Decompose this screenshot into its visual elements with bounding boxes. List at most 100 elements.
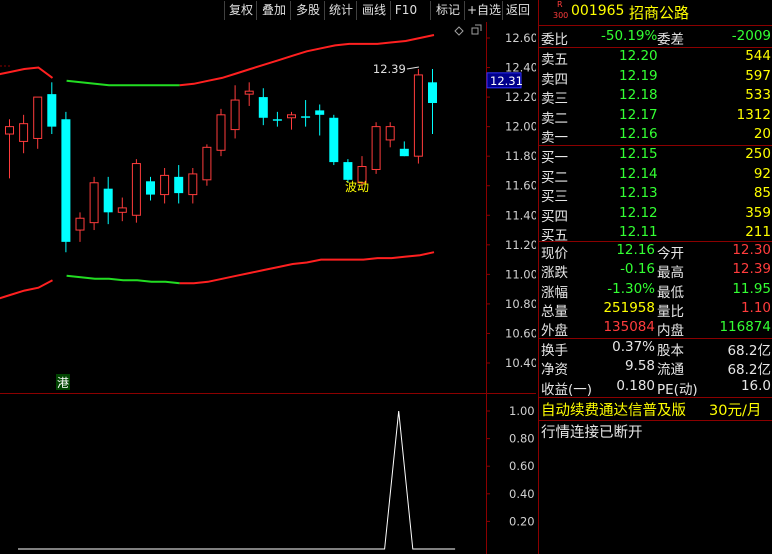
price-tick-label: 12.60	[505, 31, 536, 45]
stat-label: 净资	[541, 362, 568, 379]
stat-label: 现价	[541, 246, 568, 262]
stat-label: 股本	[657, 343, 684, 359]
candle-body	[47, 94, 57, 127]
stat-label: 总量	[541, 303, 568, 320]
add-favorite-button[interactable]: +自选	[464, 1, 503, 20]
candle-body	[131, 163, 141, 216]
bid-row[interactable]: 买一 12.15 250	[539, 146, 772, 166]
candle-body	[428, 82, 437, 103]
ask-volume: 1312	[736, 106, 771, 123]
bid-volume: 359	[745, 204, 771, 221]
upper-band-red-left	[0, 66, 54, 79]
ask-row[interactable]: 卖一 12.16 20	[539, 126, 772, 146]
bid-row[interactable]: 买三 12.13 85	[539, 185, 772, 205]
fundamental-row: 换手 0.37% 股本 68.2亿	[539, 339, 772, 359]
stat-label: 最低	[657, 284, 684, 301]
mark-button[interactable]: 标记	[430, 1, 465, 20]
promo-price[interactable]: 30元/月	[709, 399, 761, 420]
candle-body	[33, 96, 43, 139]
sub-tick-label: 0.20	[509, 514, 535, 528]
stat-label: 换手	[541, 343, 568, 359]
stat-value: -0.16	[620, 261, 655, 278]
sub-tick-label: 0.60	[509, 459, 535, 473]
stat-label: 收益(一)	[541, 381, 593, 398]
candle-body	[244, 90, 254, 95]
candle-body	[202, 146, 212, 181]
bid-volume: 92	[753, 165, 771, 182]
ask-label: 卖五	[541, 52, 568, 68]
sub-tick-label: 0.80	[509, 432, 535, 446]
bid-price: 12.12	[619, 204, 658, 221]
lower-band-red-left	[0, 279, 53, 300]
bid-price: 12.14	[619, 165, 658, 182]
status-row: 行情连接已断开	[539, 421, 772, 441]
candle-body	[5, 126, 14, 135]
high-marker-label: 12.39	[373, 62, 406, 76]
candle-body	[216, 114, 226, 151]
stock-code: 001965	[571, 3, 625, 19]
ask-row[interactable]: 卖五 12.20 544	[539, 48, 772, 68]
price-tick-label: 12.00	[505, 120, 536, 134]
stat-value: 9.58	[624, 358, 655, 375]
promo-text[interactable]: 自动续费通达信普及版	[541, 399, 686, 420]
multi-stock-button[interactable]: 多股	[290, 1, 325, 20]
stock-name: 招商公路	[629, 4, 690, 22]
candle-body	[146, 181, 155, 195]
price-tick-label: 10.80	[505, 297, 536, 311]
ask-row[interactable]: 卖三 12.18 533	[539, 87, 772, 107]
ask-volume: 544	[745, 48, 771, 64]
stat-label: 内盘	[657, 323, 684, 340]
statistics-button[interactable]: 统计	[324, 1, 357, 20]
f10-button[interactable]: F10	[390, 1, 421, 20]
stat-row: 总量 251958 量比 1.10	[539, 300, 772, 320]
restore-rights-button[interactable]: 复权	[224, 1, 257, 20]
draw-line-button[interactable]: 画线	[356, 1, 391, 20]
lower-band-red-right	[179, 251, 435, 285]
stat-row: 涨幅 -1.30% 最低 11.95	[539, 280, 772, 301]
stat-value: 0.37%	[612, 339, 655, 355]
ratio-label: 委比	[541, 32, 568, 48]
candle-body	[343, 162, 353, 180]
stat-value: 0.180	[616, 377, 655, 394]
ask-price: 12.19	[619, 67, 658, 84]
bid-volume: 85	[753, 185, 771, 201]
stat-label: 外盘	[541, 323, 568, 340]
overlay-button[interactable]: 叠加	[256, 1, 291, 20]
ask-row[interactable]: 卖四 12.19 597	[539, 67, 772, 88]
diamond-icon	[454, 26, 464, 36]
candle-body	[301, 116, 311, 118]
lower-band-green	[66, 274, 180, 285]
price-tick-label: 11.40	[505, 208, 536, 222]
fundamental-row: 净资 9.58 流通 68.2亿	[539, 358, 772, 379]
stat-row: 外盘 135084 内盘 116874	[539, 319, 772, 340]
stat-value: 135084	[603, 319, 655, 336]
ask-price: 12.17	[619, 106, 658, 123]
ask-price: 12.16	[619, 126, 658, 142]
ask-price: 12.18	[619, 87, 658, 103]
r-badge: R	[557, 0, 563, 9]
stat-value: 16.0	[740, 377, 771, 394]
candle-body	[61, 119, 71, 242]
candle-body	[117, 207, 127, 213]
candlestick-chart[interactable]: 12.6012.4012.2012.0011.8011.6011.4011.20…	[0, 22, 536, 394]
stat-label: 今开	[657, 246, 684, 262]
candle-body	[103, 188, 113, 213]
stat-value: 12.30	[732, 242, 771, 258]
stat-value: 68.2亿	[727, 362, 771, 379]
bid-row[interactable]: 买二 12.14 92	[539, 165, 772, 186]
ask-row[interactable]: 卖二 12.17 1312	[539, 106, 772, 127]
promo-row[interactable]: 自动续费通达信普及版 30元/月	[539, 399, 772, 419]
indicator-chart[interactable]: 1.00 0.80 0.60 0.40 0.20	[0, 394, 536, 554]
hk-tag: 港	[57, 376, 69, 390]
candle-body	[89, 182, 99, 224]
stat-value: -1.30%	[607, 280, 655, 297]
bid-row[interactable]: 买四 12.12 359	[539, 204, 772, 225]
price-tick-label: 10.60	[505, 326, 536, 340]
candle-body	[272, 119, 282, 121]
stat-value: 68.2亿	[727, 343, 771, 359]
upper-band-green	[66, 79, 180, 87]
back-button[interactable]: 返回	[502, 1, 533, 20]
candle-body	[75, 217, 85, 231]
bid-volume: 211	[745, 224, 771, 240]
candle-body	[230, 99, 240, 131]
